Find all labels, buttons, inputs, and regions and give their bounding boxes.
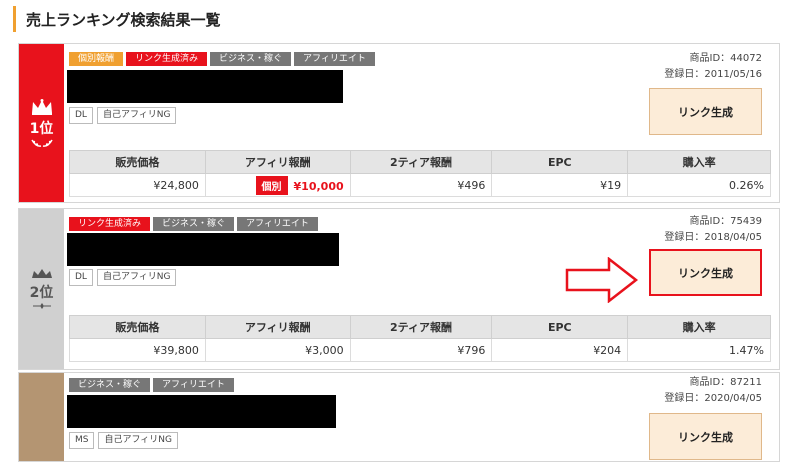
registered-date: 登録日：2018/04/05 bbox=[664, 232, 762, 243]
col-header: EPC bbox=[491, 315, 629, 339]
badge: 自己アフィリNG bbox=[96, 107, 177, 124]
badge: 自己アフィリNG bbox=[96, 269, 177, 286]
individual-badge: 個別 bbox=[255, 175, 288, 195]
stats-row: ¥39,800 ¥3,000 ¥796 ¥204 1.47% bbox=[69, 338, 771, 362]
stats-table: 販売価格 アフィリ報酬 2ティア報酬 EPC 購入率 ¥24,800 個別 ¥10… bbox=[69, 150, 771, 197]
purchase-rate-cell: 1.47% bbox=[627, 338, 771, 362]
col-header: EPC bbox=[491, 150, 629, 174]
col-header: アフィリ報酬 bbox=[204, 315, 351, 339]
product-meta: 商品ID：87211 登録日：2020/04/05 bbox=[664, 375, 762, 407]
tag: ビジネス・稼ぐ bbox=[210, 52, 292, 66]
rank-badge-bronze bbox=[19, 373, 64, 461]
registered-date: 登録日：2020/04/05 bbox=[664, 393, 762, 404]
tag: アフィリエイト bbox=[294, 52, 375, 66]
badge-list: DL 自己アフィリNG bbox=[69, 107, 177, 124]
tag: アフィリエイト bbox=[153, 378, 234, 392]
rank-label: 1位 bbox=[29, 121, 54, 137]
product-meta: 商品ID：44072 登録日：2011/05/16 bbox=[664, 51, 762, 83]
badge-list: DL 自己アフィリNG bbox=[69, 269, 177, 286]
col-header: 販売価格 bbox=[69, 150, 206, 174]
tier2-reward-cell: ¥796 bbox=[349, 338, 493, 362]
rank-label: 2位 bbox=[29, 285, 54, 301]
right-arrow-icon bbox=[565, 257, 639, 303]
page-title: 売上ランキング検索結果一覧 bbox=[26, 10, 221, 29]
badge: 自己アフィリNG bbox=[98, 432, 179, 449]
tag: 個別報酬 bbox=[69, 52, 124, 66]
link-generate-button[interactable]: リンク生成 bbox=[649, 88, 762, 135]
tag: アフィリエイト bbox=[237, 217, 318, 231]
page-header: 売上ランキング検索結果一覧 bbox=[13, 6, 221, 32]
stats-row: ¥24,800 個別 ¥10,000 ¥496 ¥19 0.26% bbox=[69, 173, 771, 197]
laurel-icon bbox=[32, 303, 51, 309]
crown-icon bbox=[31, 269, 52, 278]
product-id: 商品ID：87211 bbox=[689, 377, 762, 388]
tag-list: 個別報酬 リンク生成済み ビジネス・稼ぐ アフィリエイト bbox=[69, 52, 375, 66]
affiliate-reward-cell: 個別 ¥10,000 bbox=[204, 173, 351, 197]
affiliate-reward-cell: ¥3,000 bbox=[204, 338, 351, 362]
badge: DL bbox=[69, 107, 93, 124]
col-header: 販売価格 bbox=[69, 315, 206, 339]
tier2-reward-cell: ¥496 bbox=[349, 173, 493, 197]
rank-badge-gold: 1位 bbox=[19, 44, 64, 202]
link-generate-button[interactable]: リンク生成 bbox=[649, 249, 762, 296]
col-header: 購入率 bbox=[627, 150, 771, 174]
tag: ビジネス・稼ぐ bbox=[69, 378, 151, 392]
epc-cell: ¥19 bbox=[491, 173, 629, 197]
affiliate-reward: ¥10,000 bbox=[293, 179, 344, 193]
redacted-product-title bbox=[67, 70, 343, 103]
product-card-1: 1位 個別報酬 リンク生成済み ビジネス・稼ぐ アフィリエイト DL 自己アフィ… bbox=[18, 43, 780, 203]
badge: DL bbox=[69, 269, 93, 286]
col-header: 購入率 bbox=[627, 315, 771, 339]
tag: ビジネス・稼ぐ bbox=[153, 217, 235, 231]
rank-badge-silver: 2位 bbox=[19, 209, 64, 369]
stats-header-row: 販売価格 アフィリ報酬 2ティア報酬 EPC 購入率 bbox=[69, 150, 771, 174]
price-cell: ¥24,800 bbox=[69, 173, 206, 197]
product-id: 商品ID：44072 bbox=[689, 53, 762, 64]
crown-icon bbox=[31, 99, 52, 115]
link-generate-button[interactable]: リンク生成 bbox=[649, 413, 762, 460]
stats-header-row: 販売価格 アフィリ報酬 2ティア報酬 EPC 購入率 bbox=[69, 315, 771, 339]
col-header: 2ティア報酬 bbox=[349, 150, 493, 174]
registered-date: 登録日：2011/05/16 bbox=[664, 69, 762, 80]
epc-cell: ¥204 bbox=[491, 338, 629, 362]
col-header: 2ティア報酬 bbox=[349, 315, 493, 339]
purchase-rate-cell: 0.26% bbox=[627, 173, 771, 197]
tag: リンク生成済み bbox=[69, 217, 151, 231]
tag-list: リンク生成済み ビジネス・稼ぐ アフィリエイト bbox=[69, 217, 318, 231]
badge-list: MS 自己アフィリNG bbox=[69, 432, 179, 449]
redacted-product-title bbox=[67, 395, 336, 428]
badge: MS bbox=[69, 432, 95, 449]
price-cell: ¥39,800 bbox=[69, 338, 206, 362]
product-meta: 商品ID：75439 登録日：2018/04/05 bbox=[664, 214, 762, 246]
redacted-product-title bbox=[67, 233, 339, 266]
tag: リンク生成済み bbox=[126, 52, 208, 66]
product-card-3: ビジネス・稼ぐ アフィリエイト MS 自己アフィリNG 商品ID：87211 登… bbox=[18, 372, 780, 462]
tag-list: ビジネス・稼ぐ アフィリエイト bbox=[69, 378, 234, 392]
product-id: 商品ID：75439 bbox=[689, 216, 762, 227]
laurel-icon bbox=[30, 139, 53, 147]
col-header: アフィリ報酬 bbox=[204, 150, 351, 174]
product-card-2: 2位 リンク生成済み ビジネス・稼ぐ アフィリエイト DL 自己アフィリNG 商… bbox=[18, 208, 780, 370]
stats-table: 販売価格 アフィリ報酬 2ティア報酬 EPC 購入率 ¥39,800 ¥3,00… bbox=[69, 315, 771, 362]
